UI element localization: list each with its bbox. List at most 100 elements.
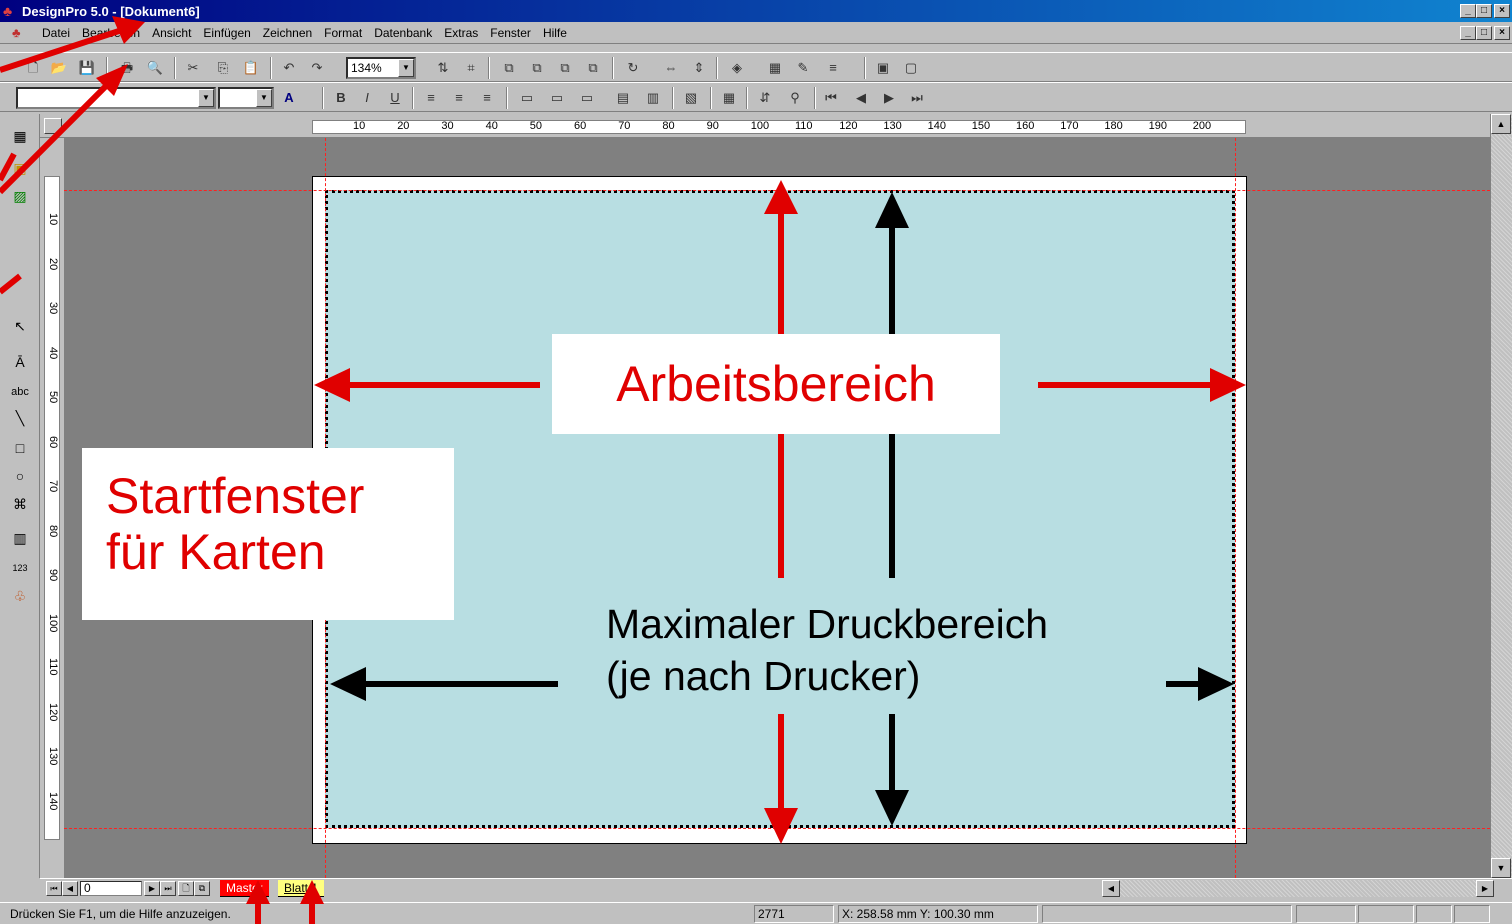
menu-fenster[interactable]: Fenster [484,26,537,40]
zoom-combo[interactable]: 134% ▼ [346,57,416,79]
app-icon[interactable]: ♣ [3,3,12,19]
menu-bearbeiten[interactable]: Bearbeiten [76,26,146,40]
line-tool-icon[interactable]: ╲ [10,408,30,428]
tab-blatt-1[interactable]: Blatt 1 [278,880,325,897]
menu-zeichnen[interactable]: Zeichnen [257,26,318,40]
copy-icon[interactable]: ⎘ [212,57,234,79]
print-preview-icon[interactable]: 🔍 [144,57,166,79]
pointer-tool-icon[interactable]: ↖ [10,316,30,336]
print-area[interactable] [325,190,1235,828]
filter-icon[interactable]: ⚲ [784,87,806,109]
barcode-tool-icon[interactable]: ▥ [10,528,30,548]
menu-datei[interactable]: Datei [36,26,76,40]
valign-middle-icon[interactable]: ▭ [546,87,568,109]
bring-front-icon[interactable]: ⧉ [498,57,520,79]
size-combo[interactable]: ▼ [218,87,274,109]
first-page-button[interactable]: ⏮ [46,881,62,896]
menu-extras[interactable]: Extras [438,26,484,40]
ruler-corner[interactable] [44,118,62,134]
scroll-right-button[interactable]: ▶ [1476,880,1494,897]
line-style-icon[interactable]: ≡ [822,57,844,79]
cut-icon[interactable]: ✂ [182,57,204,79]
flip-horizontal-icon[interactable]: ⇔ [660,57,682,79]
align-right-icon[interactable]: ≡ [476,87,498,109]
scroll-up-button[interactable]: ▲ [1491,114,1511,134]
pattern-icon[interactable]: ▦ [764,57,786,79]
text-tool-icon[interactable]: Ā [10,352,30,372]
align-center-icon[interactable]: ≡ [448,87,470,109]
polygon-tool-icon[interactable]: ⌘ [10,494,30,514]
menu-hilfe[interactable]: Hilfe [537,26,573,40]
minimize-button[interactable]: _ [1460,4,1476,18]
work-area-label: Arbeitsbereich [616,356,936,412]
doc-close-button[interactable]: × [1494,26,1510,40]
font-color-icon[interactable]: A [278,87,300,109]
database-field-icon[interactable]: ▤ [612,87,634,109]
image-icon[interactable]: ▨ [10,186,30,206]
underline-icon[interactable]: U [384,87,406,109]
sort-icon[interactable]: ⇵ [754,87,776,109]
menu-format[interactable]: Format [318,26,368,40]
document-icon[interactable]: ♣ [12,25,21,40]
template-icon[interactable]: ▦ [10,126,30,146]
scroll-left-button[interactable]: ◀ [1102,880,1120,897]
menu-datenbank[interactable]: Datenbank [368,26,438,40]
next-page-button[interactable]: ▶ [144,881,160,896]
line-color-icon[interactable]: ✎ [792,57,814,79]
ungroup-icon[interactable]: ▢ [900,57,922,79]
undo-icon[interactable]: ↶ [278,57,300,79]
rectangle-tool-icon[interactable]: □ [10,438,30,458]
group-icon[interactable]: ▣ [872,57,894,79]
redo-icon[interactable]: ↷ [306,57,328,79]
prev-record-icon[interactable]: ◀ [850,87,872,109]
maximize-button[interactable]: □ [1476,4,1492,18]
paste-icon[interactable]: 📋 [240,57,262,79]
table-icon[interactable]: ▦ [718,87,740,109]
horizontal-scrollbar[interactable] [1120,880,1476,897]
arc-text-tool-icon[interactable]: abc [10,382,30,402]
bold-icon[interactable]: B [330,87,352,109]
tab-master[interactable]: Master [220,880,269,897]
vertical-scrollbar[interactable]: ▲ ▼ [1490,114,1512,878]
align-left-icon[interactable]: ≡ [420,87,442,109]
bring-forward-icon[interactable]: ⧉ [554,57,576,79]
database-icon[interactable]: ▥ [642,87,664,109]
last-record-icon[interactable]: ⏭ [906,87,928,109]
open-folder-icon[interactable]: 📂 [48,57,70,79]
send-backward-icon[interactable]: ⧉ [582,57,604,79]
chevron-down-icon[interactable]: ▼ [256,89,272,107]
fill-color-icon[interactable]: ◈ [726,57,748,79]
prev-page-button[interactable]: ◀ [62,881,78,896]
clipart-icon[interactable]: ▣ [10,158,30,178]
scroll-down-button[interactable]: ▼ [1491,858,1511,878]
next-record-icon[interactable]: ▶ [878,87,900,109]
object-tool-icon[interactable]: ♧ [10,586,30,606]
valign-bottom-icon[interactable]: ▭ [576,87,598,109]
numbering-tool-icon[interactable]: 123 [10,558,30,578]
send-back-icon[interactable]: ⧉ [526,57,548,79]
duplicate-page-icon[interactable]: ⧉ [194,881,210,896]
chevron-down-icon[interactable]: ▼ [398,59,414,77]
save-icon[interactable]: 💾 [76,57,98,79]
new-page-icon[interactable]: 🗋 [178,881,194,896]
menu-ansicht[interactable]: Ansicht [146,26,197,40]
crop-icon[interactable]: ⌗ [460,57,482,79]
first-record-icon[interactable]: ⏮ [820,87,842,109]
menu-einfuegen[interactable]: Einfügen [197,26,256,40]
ellipse-tool-icon[interactable]: ○ [10,466,30,486]
doc-minimize-button[interactable]: _ [1460,26,1476,40]
valign-top-icon[interactable]: ▭ [516,87,538,109]
merge-icon[interactable]: ▧ [680,87,702,109]
page-number-field[interactable]: 0 [80,881,142,896]
chevron-down-icon[interactable]: ▼ [198,89,214,107]
print-icon[interactable]: 🖶 [116,57,138,79]
new-document-icon[interactable]: 🗋 [22,57,44,79]
flip-vertical-icon[interactable]: ⇕ [688,57,710,79]
close-button[interactable]: × [1494,4,1510,18]
rotate-icon[interactable]: ↻ [622,57,644,79]
italic-icon[interactable]: I [356,87,378,109]
last-page-button[interactable]: ⏭ [160,881,176,896]
doc-restore-button[interactable]: □ [1476,26,1492,40]
align-icon[interactable]: ⇅ [432,57,454,79]
font-combo[interactable]: ▼ [16,87,216,109]
